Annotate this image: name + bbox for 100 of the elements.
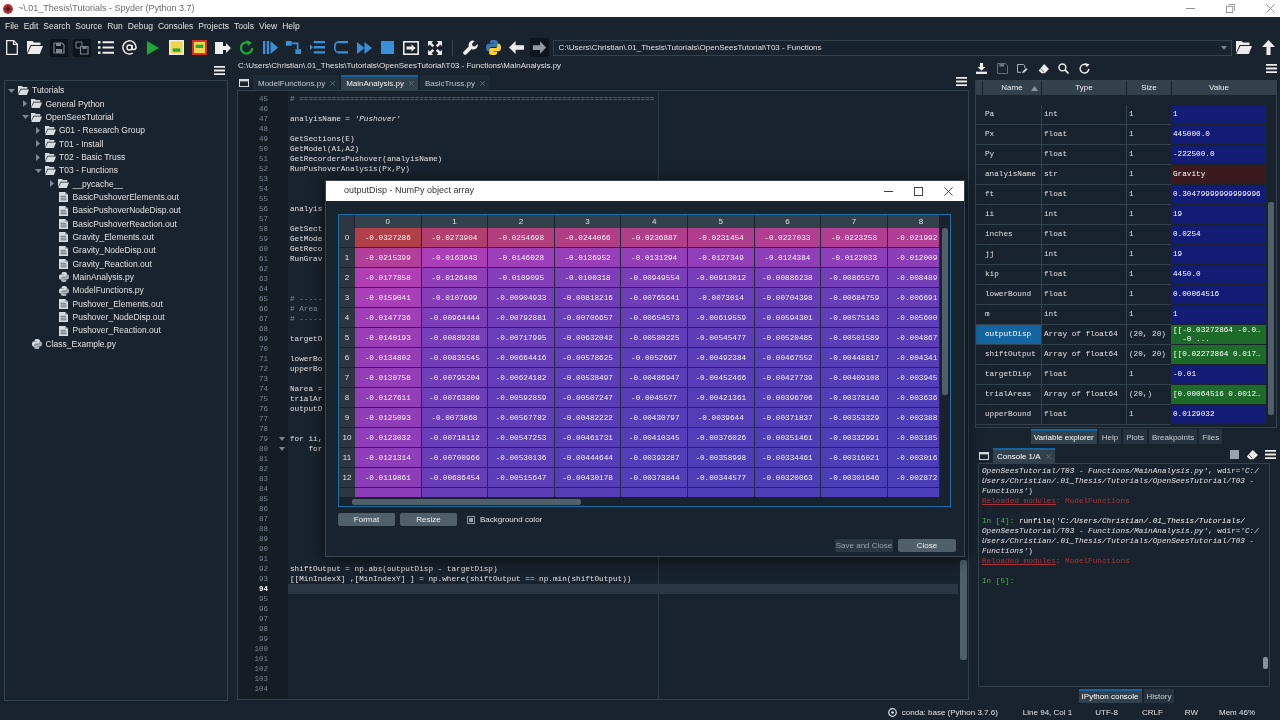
tree-item[interactable]: Class_Example.py: [21, 337, 116, 351]
tree-item[interactable]: T03 - Functions: [35, 163, 119, 178]
run-cell-icon[interactable]: [168, 40, 184, 55]
column-header[interactable]: Size: [1141, 82, 1157, 94]
step-return-icon[interactable]: [333, 41, 349, 54]
editor-tab[interactable]: MainAnalysis.py: [341, 75, 418, 90]
tree-item[interactable]: ModelFunctions.py: [48, 283, 144, 298]
menu-icon[interactable]: [214, 65, 225, 75]
stop-icon[interactable]: [381, 41, 395, 54]
menu-item[interactable]: Debug: [126, 19, 154, 33]
menu-item[interactable]: Edit: [22, 19, 40, 33]
caret-right-icon[interactable]: [22, 100, 27, 108]
caret-down-icon[interactable]: [21, 115, 29, 120]
pane-tab[interactable]: IPython console: [1078, 689, 1142, 703]
menu-icon[interactable]: [1266, 64, 1277, 73]
menu-item[interactable]: File: [4, 19, 20, 33]
tree-item[interactable]: BasicPushoverNodeDisp.out: [48, 203, 181, 218]
tree-item[interactable]: BasicPushoverReaction.out: [48, 217, 177, 231]
caret-right-icon[interactable]: [36, 127, 40, 135]
back-arrow-icon[interactable]: [508, 41, 524, 54]
menu-item[interactable]: Tools: [233, 19, 255, 33]
wrench-icon[interactable]: [462, 40, 478, 55]
list-icon[interactable]: [97, 41, 114, 54]
pane-tab[interactable]: Variable explorer: [1030, 429, 1097, 444]
step-into-icon[interactable]: [309, 41, 325, 54]
tree-item[interactable]: T02 - Basic Truss: [35, 150, 126, 164]
minimize-icon[interactable]: [884, 190, 893, 192]
tree-item[interactable]: General Python: [21, 97, 105, 111]
run-selection-icon[interactable]: [215, 40, 232, 55]
menu-item[interactable]: Help: [281, 19, 301, 33]
scrollbar-handle[interactable]: [1262, 657, 1268, 669]
rerun-icon[interactable]: [239, 40, 255, 55]
column-header[interactable]: Type: [1075, 82, 1093, 94]
menu-item[interactable]: Projects: [197, 19, 231, 33]
tree-item[interactable]: __pycache__: [48, 177, 124, 191]
close-icon[interactable]: [944, 186, 953, 196]
console-tab[interactable]: Console 1/A: [993, 448, 1055, 463]
step-icon[interactable]: [286, 41, 302, 54]
fullscreen-icon[interactable]: [427, 40, 442, 55]
scrollbar-handle[interactable]: [352, 498, 581, 505]
tree-item[interactable]: G01 - Research Group: [35, 124, 145, 138]
restore-icon[interactable]: [1226, 4, 1235, 13]
pane-tab[interactable]: History: [1143, 689, 1175, 703]
pane-tab[interactable]: Files: [1199, 429, 1223, 444]
editor-tab[interactable]: BasicTruss.py: [419, 75, 489, 90]
caret-down-icon[interactable]: [35, 168, 42, 173]
browse-tabs-icon[interactable]: [239, 78, 249, 87]
save-all-icon[interactable]: [73, 38, 92, 57]
menu-item[interactable]: Consoles: [156, 19, 195, 33]
menu-item[interactable]: View: [257, 19, 279, 33]
caret-down-icon[interactable]: [8, 88, 15, 93]
search-icon[interactable]: [1058, 63, 1069, 74]
path-field[interactable]: C:\Users\Christian\.01_Thesis\Tutorials\OpenSeesTutorial\T03 - Functions: [552, 39, 1232, 56]
caret-icon[interactable]: [1221, 45, 1227, 50]
maximize-icon[interactable]: [914, 186, 923, 196]
pane-tab[interactable]: Help: [1098, 429, 1122, 444]
tree-item[interactable]: Gravity_Reaction.out: [48, 257, 152, 271]
menu-icon[interactable]: [1265, 450, 1276, 459]
tree-item[interactable]: Pushover_NodeDisp.out: [48, 310, 165, 324]
scrollbar-handle[interactable]: [1268, 202, 1274, 415]
menu-item[interactable]: Source: [74, 19, 104, 33]
continue-icon[interactable]: [356, 41, 372, 54]
tree-item[interactable]: BasicPushoverElements.out: [48, 190, 179, 204]
python-logo-icon[interactable]: [485, 40, 501, 55]
scrollbar-handle[interactable]: [942, 228, 948, 395]
eraser-icon[interactable]: [1037, 63, 1049, 74]
save-as-icon[interactable]: [1017, 63, 1028, 74]
tree-item[interactable]: Pushover_Reaction.out: [48, 323, 161, 338]
column-header[interactable]: Value: [1209, 82, 1229, 94]
tree-item[interactable]: MainAnalysis.py: [48, 270, 134, 284]
tree-item[interactable]: OpenSeesTutorial: [21, 110, 114, 124]
menu-icon[interactable]: [956, 76, 967, 86]
download-icon[interactable]: [976, 63, 987, 74]
eraser-icon[interactable]: [1246, 449, 1258, 460]
tree-item[interactable]: Tutorials: [8, 84, 65, 98]
scrollbar-handle[interactable]: [959, 560, 967, 660]
debug-icon[interactable]: [262, 41, 278, 54]
tree-item[interactable]: Gravity_Elements.out: [48, 230, 154, 244]
maximize-pane-icon[interactable]: [403, 40, 420, 55]
dialog-button[interactable]: Close: [898, 539, 956, 552]
dialog-button[interactable]: Resize: [400, 513, 457, 526]
refresh-icon[interactable]: [1078, 63, 1090, 74]
tree-item[interactable]: Pushover_Elements.out: [48, 297, 163, 311]
tree-item[interactable]: Gravity_NodeDisp.out: [48, 243, 156, 258]
new-file-icon[interactable]: [5, 40, 18, 55]
checkbox[interactable]: [467, 515, 475, 524]
forward-arrow-icon[interactable]: [529, 38, 549, 57]
up-arrow-icon[interactable]: [1261, 40, 1275, 55]
run-icon[interactable]: [146, 40, 159, 55]
pane-tab[interactable]: Plots: [1123, 429, 1147, 444]
sort-arrow-icon[interactable]: [1031, 85, 1038, 91]
open-folder-icon[interactable]: [1236, 41, 1252, 54]
save-icon[interactable]: [49, 38, 68, 57]
menu-item[interactable]: Run: [106, 19, 124, 33]
at-sign-icon[interactable]: [121, 40, 137, 55]
caret-right-icon[interactable]: [49, 180, 54, 188]
dialog-button[interactable]: Format: [338, 513, 395, 526]
browse-tabs-icon[interactable]: [979, 451, 989, 460]
open-folder-icon[interactable]: [27, 41, 44, 54]
caret-right-icon[interactable]: [36, 140, 40, 148]
